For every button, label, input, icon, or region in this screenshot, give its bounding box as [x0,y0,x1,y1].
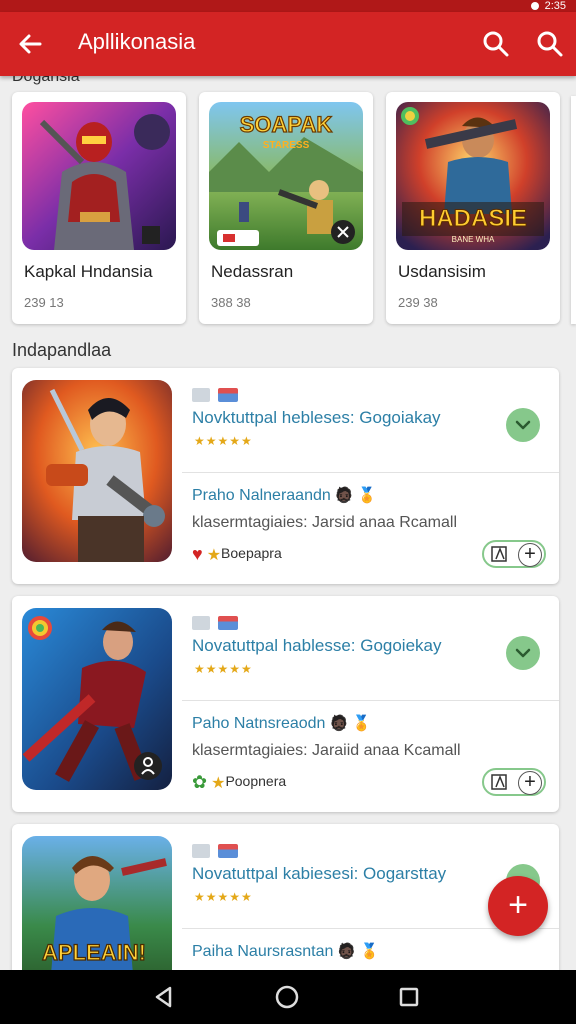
status-time: 2:35 [544,0,566,12]
avatar-emoji-icon: 🧔🏿 [329,715,349,732]
rating-stars: ★★★★★ [194,890,253,904]
featured-meta: 239 38 [398,295,438,310]
avatar-emoji-icon: 🧔🏿 [334,487,354,504]
featured-name: Usdansisim [398,262,486,281]
flag-icon [218,843,238,858]
item-subtitle-text: Praho Nalneraandn [192,487,331,504]
item-tag: Boepapra [221,545,282,562]
heart-icon[interactable]: ♥ [192,544,203,564]
game-thumbnail [22,608,172,790]
item-subtitle-text: Paiha Naursrasntan [192,943,334,960]
game-thumbnail: HADASIE BANE WHA [396,102,550,250]
featured-name: Kapkal Hndansia [24,262,153,281]
region-flags [192,842,238,860]
featured-card-peek [571,96,576,324]
region-flags [192,614,238,632]
chevron-down-button[interactable] [506,408,540,442]
featured-meta: 388 38 [211,295,251,310]
game-thumbnail [22,380,172,562]
flag-icon [218,615,238,630]
list-item[interactable]: APLEAIN! Novatuttpal kabiesesi: Oogarstt… [12,824,559,984]
add-button[interactable]: + [518,771,542,795]
region-flags [192,386,238,404]
game-thumbnail: SOAPAK STARESS [209,102,363,250]
item-subtitle: Praho Nalneraandn 🧔🏿 🏅 [192,486,376,505]
badge-emoji-icon: 🏅 [357,487,377,504]
status-bar: 2:35 [0,0,576,12]
flag-icon [218,387,238,402]
featured-name: Nedassran [211,262,294,281]
thumb-logo-line2: BANE WHA [452,235,495,244]
system-nav-bar [0,970,576,1024]
edit-icon[interactable] [490,545,510,563]
back-triangle-icon[interactable] [150,983,178,1011]
add-button[interactable]: + [518,543,542,567]
divider [182,472,559,473]
puzzle-icon[interactable]: ✿ [192,772,207,792]
arrow-left-icon[interactable] [14,28,46,60]
item-subtitle: Paho Natnsreaodn 🧔🏿 🏅 [192,714,371,733]
game-thumbnail [22,102,176,250]
item-tag-row: ♥ ★Boepapra [192,544,282,565]
recents-square-icon[interactable] [395,983,423,1011]
thumb-logo-line2: STARESS [263,140,310,151]
item-title[interactable]: Novatuttpal kabiesesi: Oogarsttay [192,864,446,884]
chevron-down-icon [515,420,531,430]
thumb-logo-line1: SOAPAK [240,112,333,137]
action-pill: + [482,768,546,796]
action-pill: + [482,540,546,568]
star-icon: ★ [206,546,222,564]
featured-card[interactable]: SOAPAK STARESS Nedassran 388 38 [199,92,373,324]
app-bar: Apllikonasia [0,12,576,76]
signal-icon [530,2,539,11]
home-circle-icon[interactable] [273,983,301,1011]
chevron-down-button[interactable] [506,636,540,670]
rating-stars: ★★★★★ [194,434,253,448]
item-title[interactable]: Novktuttpal hebleses: Gogoiakay [192,408,441,428]
flag-icon [192,615,210,630]
avatar-emoji-icon: 🧔🏿 [337,943,357,960]
item-tag: Poopnera [225,773,287,790]
featured-card[interactable]: HADASIE BANE WHA Usdansisim 239 38 [386,92,560,324]
featured-meta: 239 13 [24,295,64,310]
flag-icon [192,843,210,858]
section-label-list: Indapandlaa [12,340,112,360]
search-icon[interactable] [480,28,512,60]
star-icon: ★ [211,774,226,792]
list-item[interactable]: Novktuttpal hebleses: Gogoiakay ★★★★★ Pr… [12,368,559,584]
search-icon-secondary[interactable] [534,28,566,60]
item-description: klasermtagiaies: Jaraiid anaa Kcamall [192,742,461,759]
game-thumbnail: APLEAIN! [22,836,172,984]
rating-stars: ★★★★★ [194,662,253,676]
badge-emoji-icon: 🏅 [360,943,379,960]
divider [182,700,559,701]
list-item[interactable]: Novatuttpal hablesse: Gogoiekay ★★★★★ Pa… [12,596,559,812]
chevron-down-icon [515,648,531,658]
flag-icon [192,387,210,402]
edit-icon[interactable] [490,773,510,791]
item-subtitle-text: Paho Natnsreaodn [192,715,326,732]
page-title: Apllikonasia [78,29,196,54]
featured-card[interactable]: Kapkal Hndansia 239 13 [12,92,186,324]
item-tag-row: ✿ ★Poopnera [192,772,286,793]
thumb-logo-line1: HADASIE [419,205,527,232]
item-description: klasermtagiaies: Jarsid anaa Rcamall [192,514,457,531]
badge-emoji-icon: 🏅 [352,715,371,732]
item-title[interactable]: Novatuttpal hablesse: Gogoiekay [192,636,442,656]
add-fab-button[interactable]: + [488,876,548,936]
thumb-banner: APLEAIN! [42,940,146,965]
item-subtitle: Paiha Naursrasntan 🧔🏿 🏅 [192,942,379,961]
